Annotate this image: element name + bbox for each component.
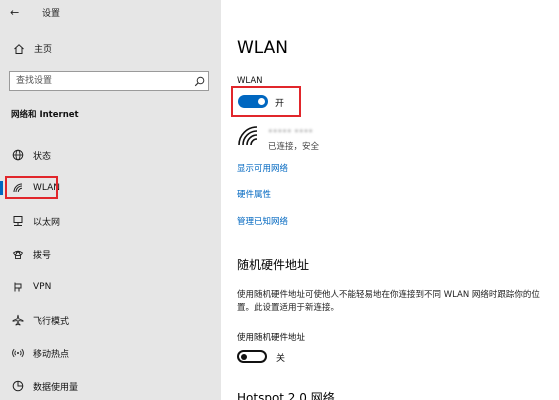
phone-icon [11,247,25,261]
globe-icon [11,148,25,162]
wifi-signal-icon [238,126,258,146]
manage-known-networks-link[interactable]: 管理已知网络 [237,215,288,227]
sidebar-item-label: WLAN [33,183,61,193]
sidebar-item-ethernet[interactable]: 以太网 [0,209,221,233]
sidebar-item-wlan[interactable]: WLAN [0,176,221,200]
sidebar-item-hotspot[interactable]: 移动热点 [0,341,221,365]
sidebar-item-vpn[interactable]: VPN [0,275,221,299]
sidebar-item-label: 拨号 [33,250,52,261]
section-title: 网络和 Internet [11,110,79,120]
random-hw-address-title: 随机硬件地址 [237,258,310,272]
wifi-icon [11,181,25,195]
wlan-toggle-label: WLAN [237,76,263,86]
sidebar-item-label: 飞行模式 [33,316,70,327]
random-hw-toggle-state: 关 [276,354,286,364]
random-hw-address-description: 使用随机硬件地址可使他人不能轻易地在你连接到不同 WLAN 网络时跟踪你的位置。… [237,290,540,313]
title-bar: ← 设置 [10,4,60,20]
hotspot-icon [11,346,25,360]
show-available-networks-link[interactable]: 显示可用网络 [237,162,288,174]
random-hw-toggle[interactable] [237,350,267,363]
sidebar-item-dialup[interactable]: 拨号 [0,242,221,266]
sidebar-item-label: 以太网 [33,217,61,228]
search-input[interactable] [10,72,190,90]
vpn-icon [11,280,25,294]
sidebar-item-label: VPN [33,282,52,292]
back-arrow-icon[interactable]: ← [10,6,30,19]
selection-indicator [0,181,3,195]
network-status: 已连接，安全 [268,142,320,152]
home-icon [12,43,26,55]
search-box[interactable] [9,71,209,91]
main-panel: WLAN WLAN 开 ••••• •••• 已连接，安全 显示可用网络 硬件属… [221,0,559,400]
app-title: 设置 [42,8,61,19]
sidebar-item-label: 数据使用量 [33,382,79,393]
wlan-toggle-state: 开 [275,99,285,109]
sidebar: ← 设置 主页 网络和 Internet 状态 WLAN 以太网 [0,0,221,400]
sidebar-item-data-usage[interactable]: 数据使用量 [0,374,221,398]
wlan-toggle-highlight-box: 开 [231,86,301,117]
hardware-properties-link[interactable]: 硬件属性 [237,188,271,200]
sidebar-item-status[interactable]: 状态 [0,143,221,167]
ethernet-icon [11,214,25,228]
toggle-knob [241,353,247,360]
data-usage-icon [11,379,25,393]
toggle-knob [258,98,265,105]
nav-home-label: 主页 [34,45,53,55]
network-ssid: ••••• •••• [268,127,314,136]
sidebar-item-label: 移动热点 [33,349,70,360]
sidebar-item-label: 状态 [33,151,52,162]
page-title: WLAN [237,38,289,58]
hotspot-section-title: Hotspot 2.0 网络 [237,391,335,400]
sidebar-item-airplane[interactable]: 飞行模式 [0,308,221,332]
airplane-icon [11,313,25,327]
search-icon[interactable] [190,76,208,87]
nav-home[interactable]: 主页 [12,42,52,55]
random-hw-toggle-label: 使用随机硬件地址 [237,333,306,343]
wlan-toggle[interactable] [238,95,268,108]
